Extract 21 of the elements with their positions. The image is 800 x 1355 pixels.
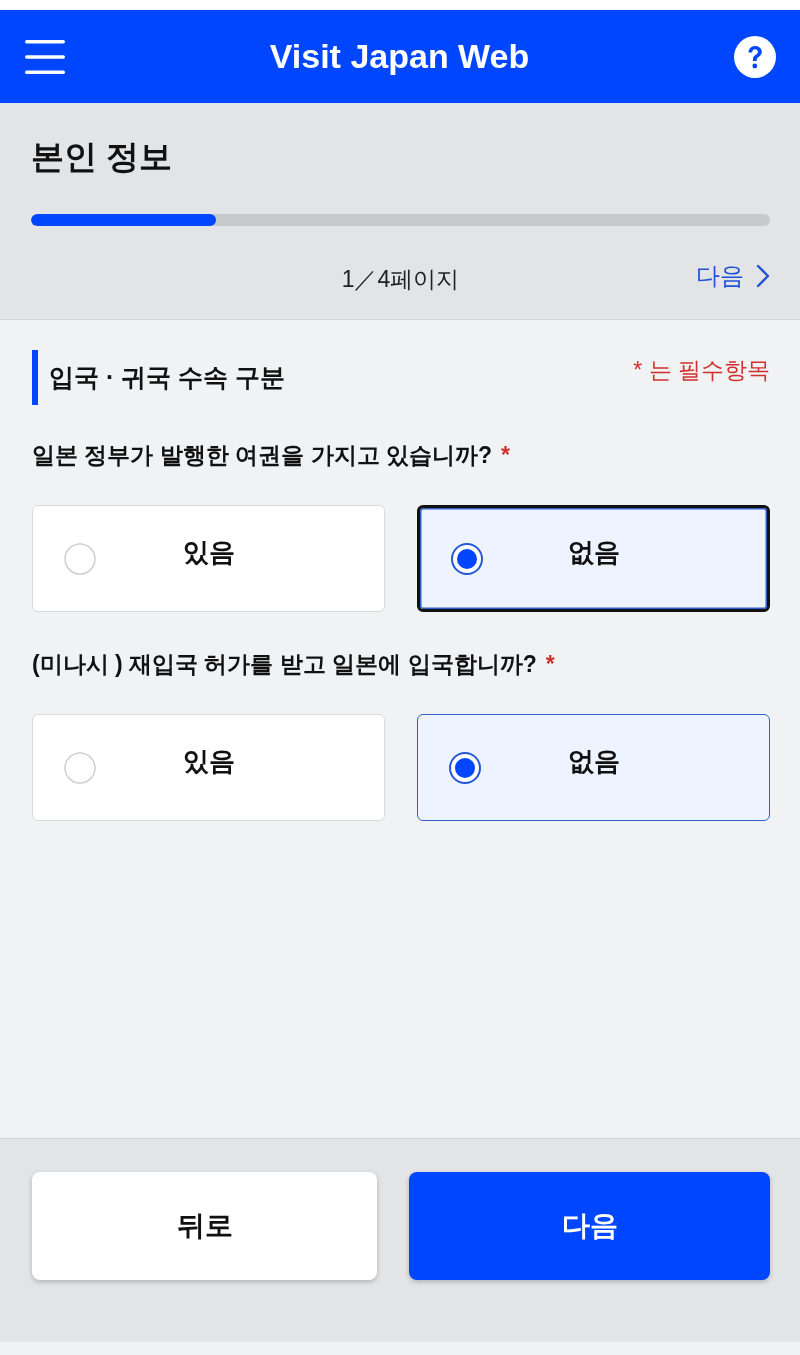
- back-button[interactable]: 뒤로: [32, 1172, 377, 1280]
- required-mark: *: [545, 650, 555, 679]
- radio-option[interactable]: 있음: [32, 505, 385, 612]
- question-text: (미나시 ) 재입국 허가를 받고 일본에 입국합니까?: [32, 650, 537, 679]
- menu-icon: [25, 39, 65, 74]
- app-title: Visit Japan Web: [269, 37, 530, 76]
- help-icon: [734, 35, 776, 78]
- question-text: 일본 정부가 발행한 여권을 가지고 있습니까?: [32, 441, 492, 470]
- page-indicator: 1／4페이지: [341, 265, 460, 294]
- required-note: * 는 필수항목: [633, 356, 770, 385]
- help-button[interactable]: [734, 35, 776, 78]
- next-button[interactable]: 다음: [409, 1172, 770, 1280]
- chevron-right-icon: [756, 263, 770, 288]
- radio-option[interactable]: 없음: [417, 714, 770, 821]
- page-title: 본인 정보: [31, 137, 174, 177]
- required-mark: *: [501, 441, 510, 470]
- radio-option[interactable]: 없음: [417, 505, 770, 612]
- next-link[interactable]: 다음: [696, 259, 770, 292]
- section-heading: 입국 · 귀국 수속 구분: [32, 350, 286, 405]
- radio-option[interactable]: 있음: [32, 714, 385, 821]
- menu-button[interactable]: [25, 39, 65, 74]
